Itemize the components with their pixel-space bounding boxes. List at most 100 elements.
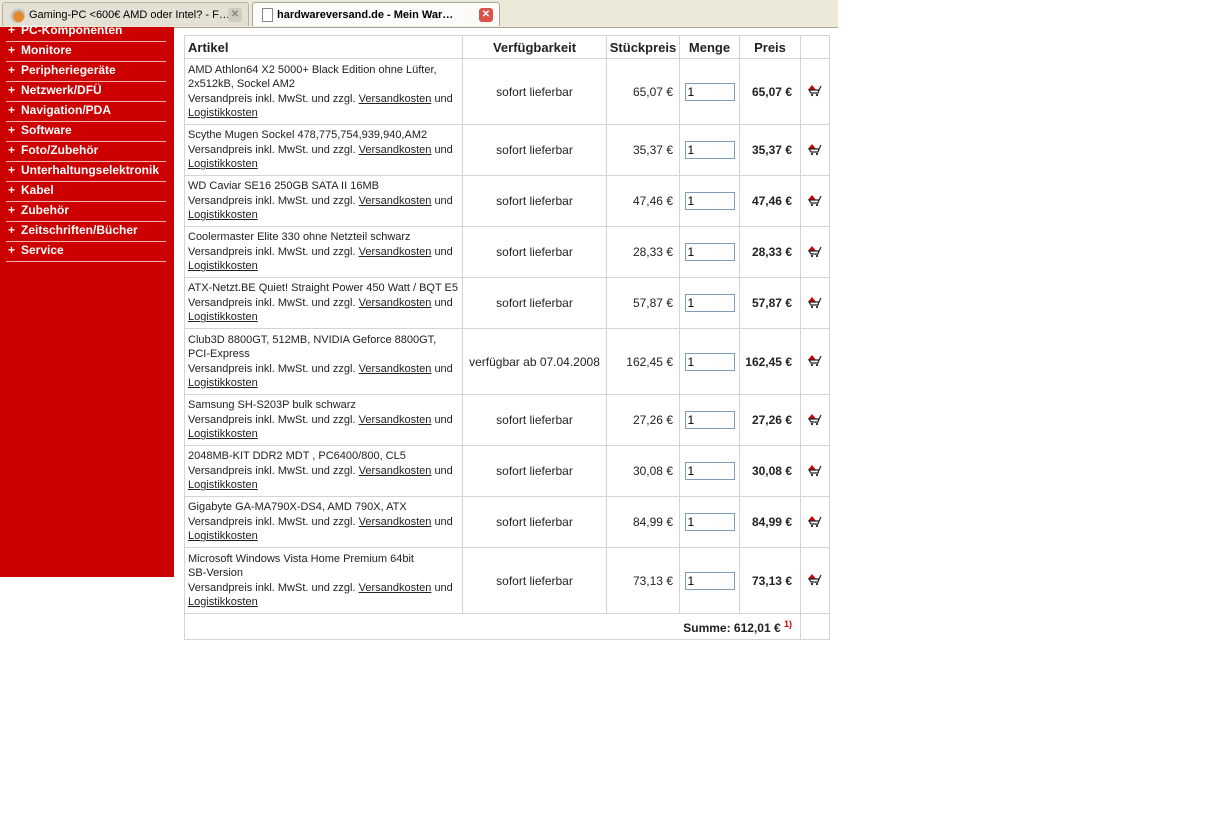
- and-text: und: [434, 464, 453, 477]
- quantity-input[interactable]: [684, 411, 735, 429]
- versandkosten-link[interactable]: Versandkosten: [359, 465, 432, 477]
- item-availability: sofort lieferbar: [462, 175, 607, 227]
- cart-remove-icon[interactable]: [807, 514, 823, 531]
- quantity-input[interactable]: [684, 141, 735, 159]
- sidebar-item-peripheriegeraete[interactable]: + Peripheriegeräte: [6, 62, 166, 82]
- expand-plus-icon: +: [8, 243, 16, 257]
- cart-remove-icon[interactable]: [807, 353, 823, 370]
- quantity-input[interactable]: [684, 571, 735, 590]
- cart-remove-icon[interactable]: [807, 193, 823, 210]
- expand-plus-icon: +: [8, 183, 16, 197]
- sum-footnote-link[interactable]: 1): [784, 619, 792, 629]
- sidebar-item-netzwerk[interactable]: + Netzwerk/DFÜ: [6, 82, 166, 102]
- expand-plus-icon: +: [8, 83, 16, 97]
- sidebar-item-navigation[interactable]: + Navigation/PDA: [6, 102, 166, 122]
- item-total-price: 47,46 €: [739, 175, 801, 227]
- quantity-input[interactable]: [684, 243, 735, 261]
- remove-cell: [800, 175, 830, 227]
- logistikkosten-link[interactable]: Logistikkosten: [188, 530, 258, 542]
- quantity-input[interactable]: [684, 462, 735, 480]
- sidebar-item-foto-zubehoer[interactable]: + Foto/Zubehör: [6, 142, 166, 162]
- cart-remove-icon[interactable]: [807, 295, 823, 312]
- shipping-text: Versandpreis inkl. MwSt. und zzgl.: [188, 92, 356, 105]
- sidebar-item-monitore[interactable]: + Monitore: [6, 42, 166, 62]
- expand-plus-icon: +: [8, 163, 16, 177]
- versandkosten-link[interactable]: Versandkosten: [359, 516, 432, 528]
- item-quantity-cell: [679, 547, 740, 614]
- shipping-text: Versandpreis inkl. MwSt. und zzgl.: [188, 194, 356, 207]
- cart-remove-icon[interactable]: [807, 83, 823, 100]
- quantity-input[interactable]: [684, 294, 735, 312]
- item-unit-price: 57,87 €: [606, 277, 680, 329]
- remove-cell: [800, 328, 830, 395]
- quantity-input[interactable]: [684, 352, 735, 371]
- remove-cell: [800, 547, 830, 614]
- logistikkosten-link[interactable]: Logistikkosten: [188, 107, 258, 119]
- sidebar-item-service[interactable]: + Service: [6, 242, 166, 262]
- versandkosten-link[interactable]: Versandkosten: [359, 582, 432, 594]
- logistikkosten-link[interactable]: Logistikkosten: [188, 377, 258, 389]
- header-availability: Verfügbarkeit: [462, 35, 607, 59]
- logistikkosten-link[interactable]: Logistikkosten: [188, 209, 258, 221]
- sidebar-item-kabel[interactable]: + Kabel: [6, 182, 166, 202]
- sidebar-item-zubehoer[interactable]: + Zubehör: [6, 202, 166, 222]
- item-name-line: Coolermaster Elite 330 ohne Netzteil sch…: [188, 231, 411, 244]
- remove-cell: [800, 394, 830, 446]
- logistikkosten-link[interactable]: Logistikkosten: [188, 428, 258, 440]
- cart-header-row: Artikel Verfügbarkeit Stückpreis Menge P…: [184, 35, 830, 59]
- sidebar-item-pc-komponenten[interactable]: + PC-Komponenten: [6, 22, 166, 42]
- versandkosten-link[interactable]: Versandkosten: [359, 93, 432, 105]
- logistikkosten-link[interactable]: Logistikkosten: [188, 479, 258, 491]
- logistikkosten-link[interactable]: Logistikkosten: [188, 260, 258, 272]
- item-name-line: ATX-Netzt.BE Quiet! Straight Power 450 W…: [188, 282, 459, 295]
- sidebar-item-software[interactable]: + Software: [6, 122, 166, 142]
- tab-close-icon[interactable]: ✕: [228, 7, 242, 22]
- item-quantity-cell: [679, 328, 740, 395]
- versandkosten-link[interactable]: Versandkosten: [359, 144, 432, 156]
- cart-row: 2048MB-KIT DDR2 MDT , PC6400/800, CL5 Ver…: [184, 445, 830, 497]
- cart-remove-icon[interactable]: [807, 463, 823, 480]
- expand-plus-icon: +: [8, 23, 16, 37]
- item-quantity-cell: [679, 124, 740, 176]
- quantity-input[interactable]: [684, 192, 735, 210]
- versandkosten-link[interactable]: Versandkosten: [359, 363, 432, 375]
- item-total-price: 57,87 €: [739, 277, 801, 329]
- item-name-line: Microsoft Windows Vista Home Premium 64b…: [188, 552, 414, 565]
- cart-remove-icon[interactable]: [807, 412, 823, 429]
- cart-remove-icon[interactable]: [807, 142, 823, 159]
- tab-close-icon[interactable]: ✕: [479, 7, 493, 22]
- remove-cell: [800, 226, 830, 278]
- forum-favicon-icon: [9, 6, 25, 23]
- and-text: und: [434, 92, 453, 105]
- remove-cell: [800, 445, 830, 497]
- sidebar-item-zeitschriften[interactable]: + Zeitschriften/Bücher: [6, 222, 166, 242]
- sidebar-item-unterhaltungselektronik[interactable]: + Unterhaltungselektronik: [6, 162, 166, 182]
- cart-sum: Summe: 612,01 € 1): [184, 613, 801, 640]
- item-quantity-cell: [679, 394, 740, 446]
- and-text: und: [434, 362, 453, 375]
- browser-tab-hardwareversand[interactable]: hardwareversand.de - Mein War… ✕: [252, 2, 500, 26]
- expand-plus-icon: +: [8, 143, 16, 157]
- item-name-line: WD Caviar SE16 250GB SATA II 16MB: [188, 180, 379, 193]
- expand-plus-icon: +: [8, 103, 16, 117]
- cart-remove-icon[interactable]: [807, 244, 823, 261]
- logistikkosten-link[interactable]: Logistikkosten: [188, 311, 258, 323]
- logistikkosten-link[interactable]: Logistikkosten: [188, 158, 258, 170]
- page-favicon-icon: [262, 7, 273, 22]
- item-description: Microsoft Windows Vista Home Premium 64b…: [184, 547, 463, 614]
- logistikkosten-link[interactable]: Logistikkosten: [188, 596, 258, 608]
- sum-label: Summe:: [683, 620, 731, 635]
- quantity-input[interactable]: [684, 513, 735, 531]
- item-description: Samsung SH-S203P bulk schwarz Versandprei…: [184, 394, 463, 446]
- versandkosten-link[interactable]: Versandkosten: [359, 414, 432, 426]
- item-description: Coolermaster Elite 330 ohne Netzteil sch…: [184, 226, 463, 278]
- versandkosten-link[interactable]: Versandkosten: [359, 195, 432, 207]
- quantity-input[interactable]: [684, 82, 735, 101]
- item-name-line: AMD Athlon64 X2 5000+ Black Edition ohne…: [188, 63, 437, 76]
- header-actions: [800, 35, 830, 59]
- sum-value: 612,01 €: [733, 620, 781, 635]
- versandkosten-link[interactable]: Versandkosten: [359, 246, 432, 258]
- versandkosten-link[interactable]: Versandkosten: [359, 297, 432, 309]
- cart-remove-icon[interactable]: [807, 572, 823, 589]
- item-quantity-cell: [679, 277, 740, 329]
